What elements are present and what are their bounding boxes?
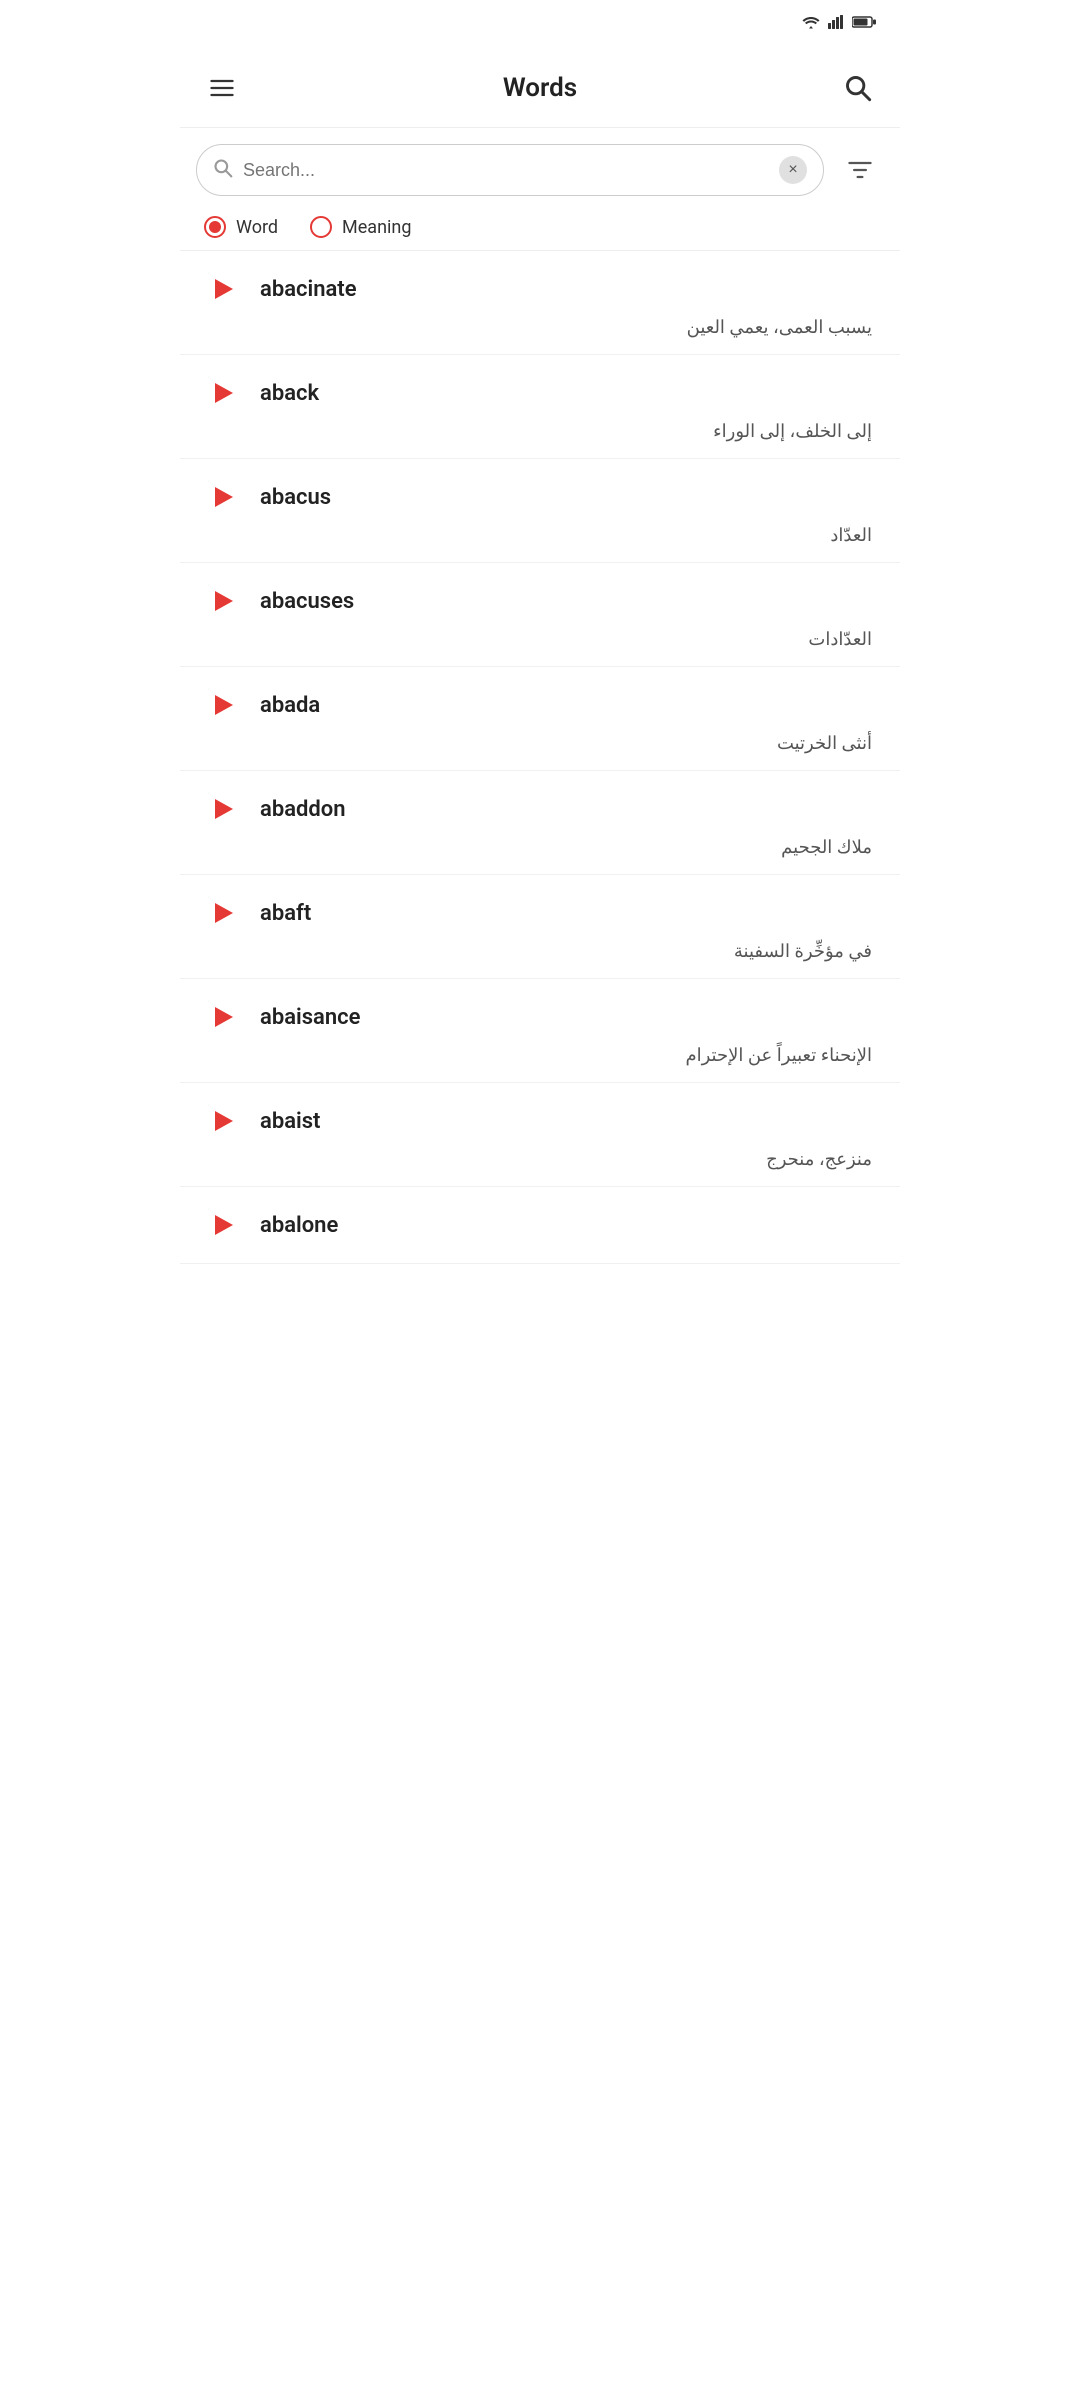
radio-word [204, 216, 226, 238]
word-item: aback إلى الخلف، إلى الوراء [180, 355, 900, 459]
word-row: abaist [200, 1099, 880, 1143]
search-container: × [180, 128, 900, 204]
meaning-text: في مؤخِّرة السفينة [200, 941, 880, 962]
word-text: abaddon [260, 797, 346, 822]
word-text: abaft [260, 901, 311, 926]
play-icon [215, 383, 233, 403]
play-icon [215, 1111, 233, 1131]
play-icon [215, 591, 233, 611]
word-text: abaisance [260, 1005, 360, 1030]
play-icon [215, 695, 233, 715]
filter-word[interactable]: Word [204, 216, 278, 238]
word-text: abacus [260, 485, 331, 510]
word-item: abacuses العدّادات [180, 563, 900, 667]
word-text: abacuses [260, 589, 354, 614]
word-row: abada [200, 683, 880, 727]
word-item: abacus العدّاد [180, 459, 900, 563]
radio-meaning [310, 216, 332, 238]
wifi-icon [802, 15, 820, 33]
word-row: abaft [200, 891, 880, 935]
word-item: abaist منزعج، منحرج [180, 1083, 900, 1187]
meaning-text: العدّادات [200, 629, 880, 650]
menu-button[interactable] [200, 66, 244, 110]
word-text: abada [260, 693, 320, 718]
play-icon [215, 1215, 233, 1235]
filter-row: Word Meaning [180, 204, 900, 250]
search-icon [213, 158, 233, 182]
filter-meaning[interactable]: Meaning [310, 216, 411, 238]
search-input[interactable] [243, 160, 779, 181]
play-icon [215, 903, 233, 923]
word-row: abaddon [200, 787, 880, 831]
play-icon [215, 1007, 233, 1027]
filter-word-label: Word [236, 217, 278, 238]
play-icon [215, 799, 233, 819]
battery-icon [852, 16, 876, 32]
status-icons [802, 15, 876, 33]
meaning-text: العدّاد [200, 525, 880, 546]
word-list: abacinate يسبب العمى، يعمي العين aback إ… [180, 251, 900, 1264]
word-text: abacinate [260, 277, 357, 302]
play-icon [215, 487, 233, 507]
search-button[interactable] [836, 66, 880, 110]
word-item: abaft في مؤخِّرة السفينة [180, 875, 900, 979]
word-text: abaist [260, 1109, 320, 1134]
meaning-text: منزعج، منحرج [200, 1149, 880, 1170]
filter-meaning-label: Meaning [342, 217, 411, 238]
clear-button[interactable]: × [779, 156, 807, 184]
play-button-7[interactable] [200, 995, 244, 1039]
play-button-2[interactable] [200, 475, 244, 519]
meaning-text: ملاك الجحيم [200, 837, 880, 858]
play-button-3[interactable] [200, 579, 244, 623]
word-item: abada أنثى الخرتيت [180, 667, 900, 771]
page-title: Words [503, 73, 577, 103]
word-item: abaisance الإنحناء تعبيراً عن الإحترام [180, 979, 900, 1083]
play-button-5[interactable] [200, 787, 244, 831]
word-row: abacuses [200, 579, 880, 623]
word-text: aback [260, 381, 319, 406]
play-button-1[interactable] [200, 371, 244, 415]
word-row: aback [200, 371, 880, 415]
word-row: abacus [200, 475, 880, 519]
status-bar [180, 0, 900, 48]
word-row: abalone [200, 1203, 880, 1247]
play-button-9[interactable] [200, 1203, 244, 1247]
play-button-8[interactable] [200, 1099, 244, 1143]
filter-button[interactable] [836, 146, 884, 194]
app-header: Words [180, 48, 900, 128]
word-row: abacinate [200, 267, 880, 311]
meaning-text: الإنحناء تعبيراً عن الإحترام [200, 1045, 880, 1066]
play-button-6[interactable] [200, 891, 244, 935]
signal-icon [828, 15, 844, 33]
play-button-0[interactable] [200, 267, 244, 311]
search-box: × [196, 144, 824, 196]
word-item: abalone [180, 1187, 900, 1264]
word-text: abalone [260, 1213, 338, 1238]
meaning-text: أنثى الخرتيت [200, 733, 880, 754]
meaning-text: إلى الخلف، إلى الوراء [200, 421, 880, 442]
meaning-text: يسبب العمى، يعمي العين [200, 317, 880, 338]
word-item: abaddon ملاك الجحيم [180, 771, 900, 875]
play-icon [215, 279, 233, 299]
word-item: abacinate يسبب العمى، يعمي العين [180, 251, 900, 355]
play-button-4[interactable] [200, 683, 244, 727]
word-row: abaisance [200, 995, 880, 1039]
